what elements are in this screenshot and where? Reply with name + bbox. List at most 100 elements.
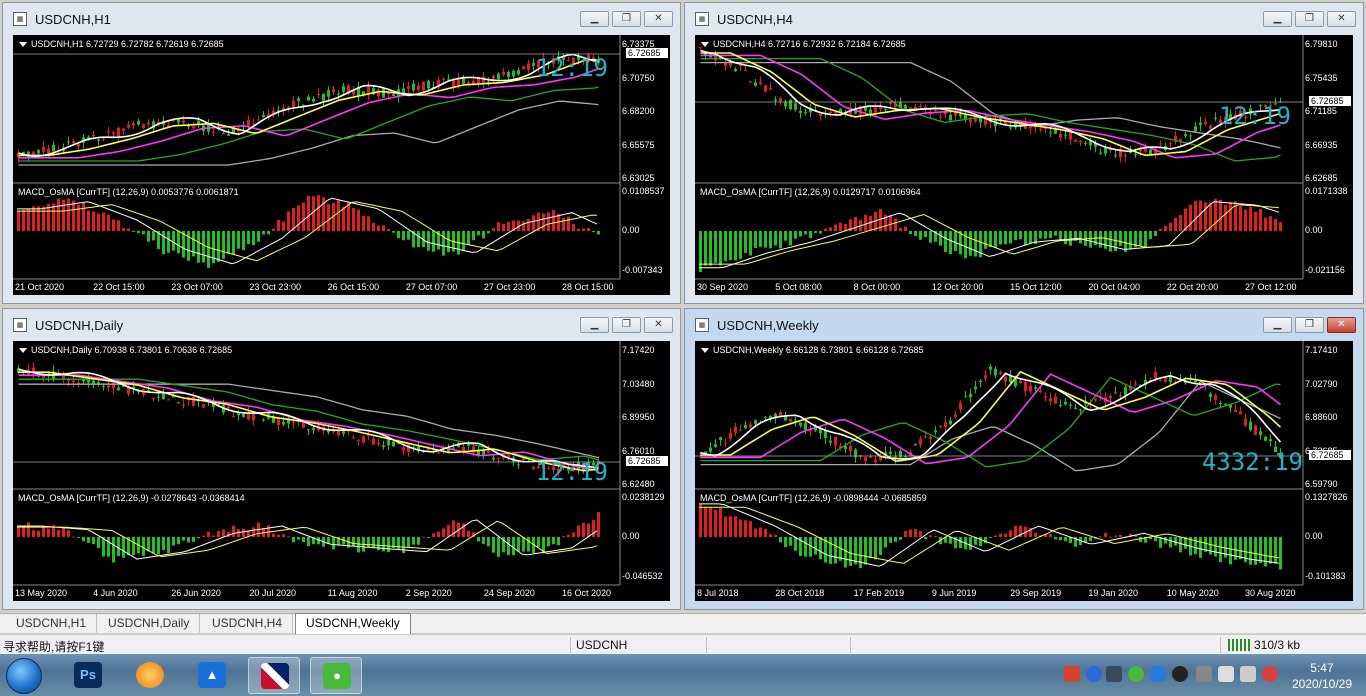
qq-icon[interactable]: [1172, 666, 1188, 682]
dropdown-triangle-icon[interactable]: [701, 348, 709, 354]
signal-icon[interactable]: [1218, 666, 1234, 682]
macd-bar: [202, 535, 205, 537]
power-icon[interactable]: [1262, 666, 1278, 682]
chart-area[interactable]: USDCNH,H1 6.72729 6.72782 6.72619 6.7268…: [13, 35, 670, 295]
candle: [362, 435, 365, 444]
taskbar-app-photoshop[interactable]: Ps: [62, 657, 114, 694]
taskbar-app-browser[interactable]: [124, 657, 176, 694]
macd-bar: [1174, 217, 1177, 231]
close-button[interactable]: ✕: [644, 317, 673, 333]
candle: [1234, 403, 1237, 413]
maximize-button[interactable]: ❐: [612, 317, 641, 333]
macd-bar: [152, 537, 155, 554]
network-tray-icon[interactable]: [1106, 666, 1122, 682]
ime-icon[interactable]: [1064, 666, 1080, 682]
x-axis-label: 27 Oct 23:00: [483, 282, 536, 292]
flag-icon[interactable]: [1196, 666, 1212, 682]
security-shield-icon[interactable]: [1150, 666, 1166, 682]
candle: [42, 141, 45, 157]
taskbar-app-wechat[interactable]: ●: [310, 657, 362, 694]
tab-usdcnh-h1[interactable]: USDCNH,H1: [6, 614, 98, 633]
candle: [1169, 141, 1172, 149]
wechat-tray-icon[interactable]: [1128, 666, 1144, 682]
start-button[interactable]: [6, 658, 42, 694]
system-clock[interactable]: 5:47 2020/10/29: [1292, 660, 1352, 692]
macd-bar: [699, 231, 702, 273]
macd-bar: [562, 536, 565, 538]
macd-axis-label: 0.00: [622, 225, 640, 235]
candle: [527, 59, 530, 74]
macd-bar: [769, 534, 772, 537]
title-bar[interactable]: ▦ USDCNH,H1 ▁ ❐ ✕: [3, 3, 680, 35]
chart-window-h1[interactable]: ▦ USDCNH,H1 ▁ ❐ ✕ USDCNH,H1 6.72729 6.7278…: [2, 2, 681, 304]
macd-bar: [262, 231, 265, 235]
close-button[interactable]: ✕: [1327, 11, 1356, 27]
macd-bar: [999, 533, 1002, 537]
candle: [1114, 386, 1117, 394]
candle: [267, 110, 270, 121]
dropdown-triangle-icon[interactable]: [19, 348, 27, 354]
macd-axis-label: 0.1327826: [1305, 492, 1348, 502]
minimize-button[interactable]: ▁: [580, 317, 609, 333]
chart-area[interactable]: USDCNH,Weekly 6.66128 6.73801 6.66128 6.…: [695, 341, 1353, 601]
minimize-button[interactable]: ▁: [1263, 317, 1292, 333]
maximize-button[interactable]: ❐: [1295, 317, 1324, 333]
macd-axis-label: 0.00: [1305, 531, 1323, 541]
macd-bar: [377, 225, 380, 231]
close-button[interactable]: ✕: [644, 11, 673, 27]
maximize-button[interactable]: ❐: [1295, 11, 1324, 27]
title-bar[interactable]: ▦ USDCNH,Weekly ▁ ❐ ✕: [685, 309, 1363, 341]
candle: [532, 466, 535, 470]
macd-bar: [734, 231, 737, 261]
macd-bar: [72, 200, 75, 231]
macd-bar: [1014, 231, 1017, 241]
chart-header: USDCNH,H4 6.72716 6.72932 6.72184 6.7268…: [701, 39, 906, 49]
chart-area[interactable]: USDCNH,H4 6.72716 6.72932 6.72184 6.7268…: [695, 35, 1353, 295]
macd-bar: [422, 536, 425, 538]
macd-bar: [332, 537, 335, 550]
macd-bar: [859, 537, 862, 569]
title-bar[interactable]: ▦ USDCNH,H4 ▁ ❐ ✕: [685, 3, 1363, 35]
price-chart-svg[interactable]: [695, 35, 1353, 295]
macd-bar: [714, 509, 717, 537]
candle: [1209, 392, 1212, 402]
chart-area[interactable]: USDCNH,Daily 6.70938 6.73801 6.70636 6.7…: [13, 341, 670, 601]
candle: [1159, 378, 1162, 382]
chart-window-daily[interactable]: ▦ USDCNH,Daily ▁ ❐ ✕ USDCNH,Daily 6.70938 …: [2, 308, 681, 610]
moving-average-line: [700, 380, 1281, 472]
tab-usdcnh-h4[interactable]: USDCNH,H4: [202, 614, 294, 633]
candle: [162, 388, 165, 400]
maximize-button[interactable]: ❐: [612, 11, 641, 27]
candle: [1074, 403, 1077, 410]
help-icon[interactable]: [1086, 666, 1102, 682]
macd-bar: [1144, 231, 1147, 248]
macd-bar: [222, 529, 225, 537]
dropdown-triangle-icon[interactable]: [19, 42, 27, 48]
taskbar-app-metatrader[interactable]: [248, 657, 300, 694]
macd-bar: [1154, 537, 1157, 542]
macd-bar: [197, 537, 200, 539]
macd-bar: [517, 537, 520, 552]
title-bar[interactable]: ▦ USDCNH,Daily ▁ ❐ ✕: [3, 309, 680, 341]
minimize-button[interactable]: ▁: [1263, 11, 1292, 27]
volume-icon[interactable]: [1240, 666, 1256, 682]
tab-usdcnh-weekly[interactable]: USDCNH,Weekly: [295, 613, 411, 634]
close-button[interactable]: ✕: [1327, 317, 1356, 333]
y-axis-label: 6.63025: [622, 173, 655, 183]
macd-bar: [482, 231, 485, 239]
y-axis-label: 6.68200: [622, 106, 655, 116]
chart-window-h4[interactable]: ▦ USDCNH,H4 ▁ ❐ ✕ USDCNH,H4 6.72716 6.7293…: [684, 2, 1364, 304]
macd-bar: [327, 204, 330, 231]
tab-usdcnh-daily[interactable]: USDCNH,Daily: [98, 614, 201, 633]
candle: [67, 136, 70, 146]
chart-window-weekly[interactable]: ▦ USDCNH,Weekly ▁ ❐ ✕ USDCNH,Weekly 6.6612…: [684, 308, 1364, 610]
x-axis-label: 9 Jun 2019: [931, 588, 977, 598]
macd-bar: [187, 537, 190, 543]
macd-bar: [804, 231, 807, 235]
minimize-button[interactable]: ▁: [580, 11, 609, 27]
dropdown-triangle-icon[interactable]: [701, 42, 709, 48]
chart-ohlc-text: USDCNH,Daily 6.70938 6.73801 6.70636 6.7…: [31, 345, 233, 355]
macd-label: MACD_OsMA [CurrTF] (12,26,9) -0.0898444 …: [700, 493, 927, 503]
taskbar-app-cloud[interactable]: ▲: [186, 657, 238, 694]
candle: [272, 414, 275, 424]
